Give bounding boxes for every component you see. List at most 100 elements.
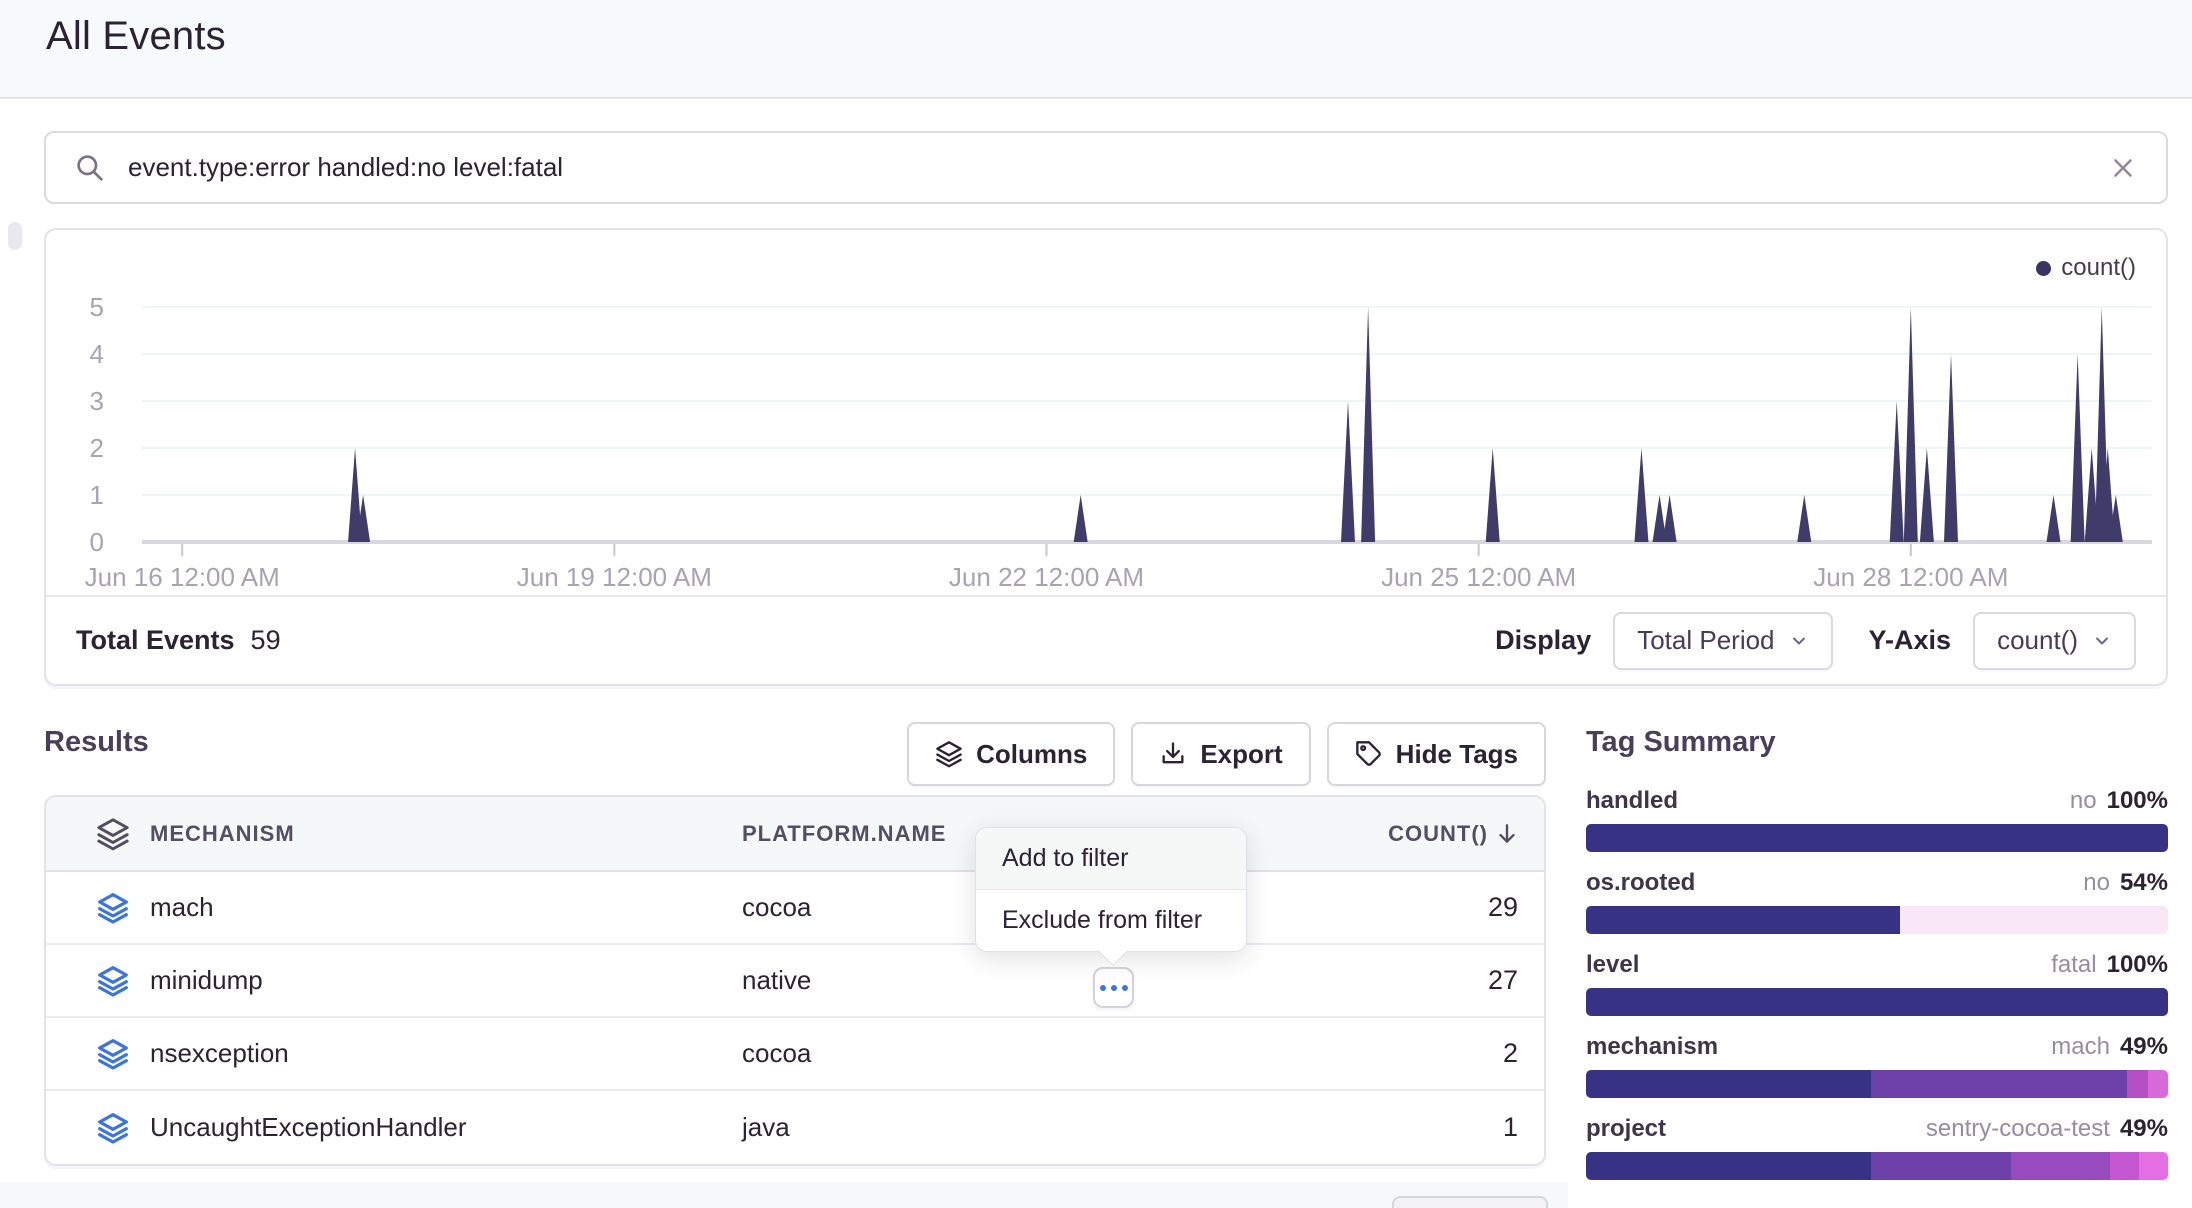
clear-search-icon[interactable] (2108, 153, 2138, 183)
layers-icon[interactable] (46, 892, 150, 924)
table-row[interactable]: nsexceptioncocoa2 (46, 1018, 1544, 1091)
cell-context-menu: Add to filter Exclude from filter (975, 827, 1247, 952)
tag-top-pct: 49% (2120, 1033, 2168, 1061)
tag-bar-segment[interactable] (2110, 1152, 2139, 1180)
svg-text:Jun 28 12:00 AM: Jun 28 12:00 AM (1813, 562, 2008, 592)
display-label: Display (1495, 625, 1591, 656)
total-events-value: 59 (251, 625, 281, 656)
tag-bar-segment[interactable] (2127, 1070, 2147, 1098)
tag-top-pct: 54% (2120, 869, 2168, 897)
chart-footer-controls: Display Total Period Y-Axis count() (1495, 612, 2136, 670)
cell-actions-button[interactable] (1093, 967, 1134, 1008)
tag-item: os.rootedno54% (1586, 869, 2168, 934)
tag-bar-segment[interactable] (2011, 1152, 2110, 1180)
mechanism-cell[interactable]: nsexception (150, 1038, 742, 1069)
count-cell[interactable]: 29 (1262, 892, 1544, 923)
mechanism-cell[interactable]: mach (150, 892, 742, 923)
svg-text:Jun 19 12:00 AM: Jun 19 12:00 AM (517, 562, 712, 592)
svg-text:Jun 25 12:00 AM: Jun 25 12:00 AM (1381, 562, 1576, 592)
tag-label-row: mechanismmach49% (1586, 1033, 2168, 1061)
tag-bar[interactable] (1586, 906, 2168, 934)
display-select[interactable]: Total Period (1613, 612, 1832, 670)
count-legend-label: count() (2061, 254, 2136, 282)
yaxis-select-value: count() (1997, 625, 2078, 656)
count-cell[interactable]: 2 (1262, 1038, 1544, 1069)
tag-bar-segment[interactable] (1586, 906, 1900, 934)
svg-text:2: 2 (90, 433, 104, 463)
tag-name: project (1586, 1115, 1666, 1143)
bottom-strip (0, 1182, 1568, 1208)
tag-bar-segment[interactable] (1900, 906, 2168, 934)
search-icon (74, 152, 106, 184)
tag-bar-segment[interactable] (2139, 1152, 2168, 1180)
count-legend-dot (2036, 261, 2051, 276)
count-cell[interactable]: 1 (1262, 1112, 1544, 1143)
columns-button[interactable]: Columns (907, 722, 1115, 786)
mechanism-cell[interactable]: minidump (150, 965, 742, 996)
add-to-filter-item[interactable]: Add to filter (976, 828, 1246, 889)
hide-tags-button-label: Hide Tags (1396, 739, 1518, 770)
tag-label-row: handledno100% (1586, 787, 2168, 815)
tag-name: level (1586, 951, 1639, 979)
tag-top-pct: 100% (2107, 787, 2168, 815)
table-header-row: MECHANISM PLATFORM.NAME COUNT() (46, 797, 1544, 872)
yaxis-select[interactable]: count() (1973, 612, 2136, 670)
count-cell[interactable]: 27 (1262, 965, 1544, 996)
layers-icon[interactable] (46, 1038, 150, 1070)
platform-cell[interactable]: cocoa (742, 1038, 1262, 1069)
tag-icon (1355, 740, 1383, 768)
events-chart[interactable]: 012345Jun 16 12:00 AMJun 19 12:00 AMJun … (46, 242, 2166, 598)
download-icon (1159, 740, 1187, 768)
tag-bar[interactable] (1586, 824, 2168, 852)
tag-bar[interactable] (1586, 988, 2168, 1016)
svg-text:1: 1 (90, 480, 104, 510)
svg-text:0: 0 (90, 527, 104, 557)
platform-cell[interactable]: java (742, 1112, 1262, 1143)
tag-bar-segment[interactable] (1586, 824, 2168, 852)
tag-bar-segment[interactable] (2148, 1070, 2168, 1098)
table-row[interactable]: minidumpnative27 (46, 945, 1544, 1018)
pagination-partial[interactable] (1392, 1196, 1548, 1208)
yaxis-label: Y-Axis (1869, 625, 1952, 656)
column-header-count[interactable]: COUNT() (1262, 821, 1544, 847)
events-chart-panel: 012345Jun 16 12:00 AMJun 19 12:00 AMJun … (44, 228, 2168, 686)
chevron-down-icon (1789, 631, 1809, 651)
layers-icon[interactable] (46, 1112, 150, 1144)
tag-summary-heading: Tag Summary (1586, 726, 2168, 759)
platform-cell[interactable]: native (742, 965, 1262, 996)
tag-item: handledno100% (1586, 787, 2168, 852)
layers-icon[interactable] (46, 965, 150, 997)
tag-top-value: mach (2051, 1033, 2110, 1061)
columns-button-label: Columns (976, 739, 1087, 770)
tag-list: handledno100%os.rootedno54%levelfatal100… (1586, 787, 2168, 1180)
mechanism-cell[interactable]: UncaughtExceptionHandler (150, 1112, 742, 1143)
column-header-mechanism[interactable]: MECHANISM (150, 821, 742, 847)
tag-bar-segment[interactable] (1586, 1152, 1871, 1180)
layers-icon (935, 740, 963, 768)
tag-top-pct: 49% (2120, 1115, 2168, 1143)
tag-top-pct: 100% (2107, 951, 2168, 979)
tag-bar[interactable] (1586, 1070, 2168, 1098)
tag-top-value: no (2070, 787, 2097, 815)
search-bar[interactable] (44, 131, 2168, 204)
ellipsis-icon (1100, 985, 1106, 991)
svg-text:5: 5 (90, 292, 104, 322)
tag-label-row: project sentry-cocoa-test 49% (1586, 1115, 2168, 1143)
table-row[interactable]: machcocoa29 (46, 872, 1544, 945)
all-events-page: All Events 012345Jun 16 12:00 AMJun 19 1… (0, 0, 2192, 1208)
page-title: All Events (46, 14, 226, 59)
chart-legend[interactable]: count() (2036, 254, 2136, 282)
export-button[interactable]: Export (1131, 722, 1310, 786)
tag-bar-segment[interactable] (1871, 1070, 2127, 1098)
layers-icon[interactable] (46, 817, 150, 851)
tag-bar-segment[interactable] (1871, 1152, 2011, 1180)
hide-tags-button[interactable]: Hide Tags (1327, 722, 1546, 786)
sort-desc-icon (1494, 821, 1520, 847)
tag-bar-segment[interactable] (1586, 988, 2168, 1016)
tag-bar[interactable] (1586, 1152, 2168, 1180)
search-input[interactable] (128, 152, 2108, 183)
svg-text:Jun 22 12:00 AM: Jun 22 12:00 AM (949, 562, 1144, 592)
tag-top-value: sentry-cocoa-test (1926, 1115, 2110, 1143)
table-row[interactable]: UncaughtExceptionHandlerjava1 (46, 1091, 1544, 1164)
tag-bar-segment[interactable] (1586, 1070, 1871, 1098)
